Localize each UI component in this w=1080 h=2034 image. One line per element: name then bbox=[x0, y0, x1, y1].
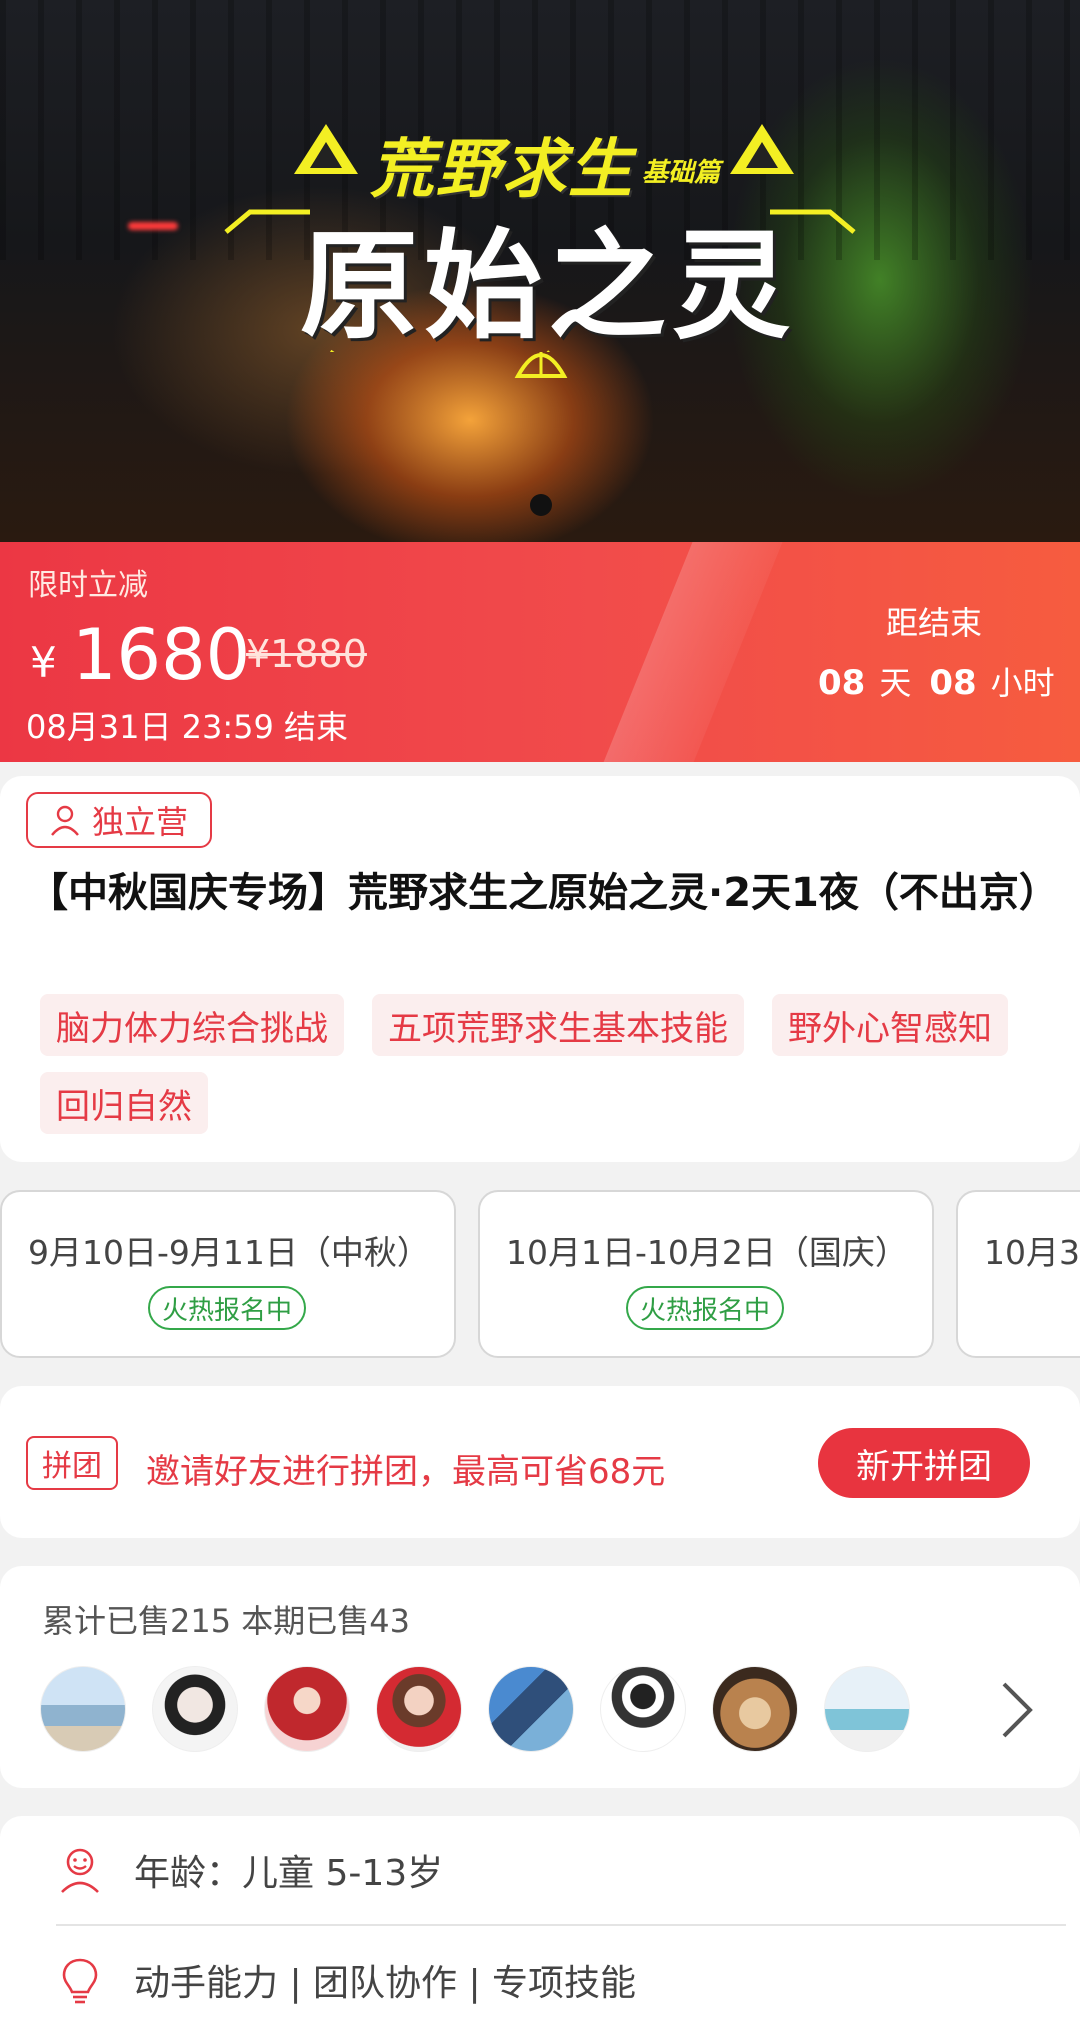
new-group-button[interactable]: 新开拼团 bbox=[818, 1428, 1030, 1498]
camp-type-label: 独立营 bbox=[92, 803, 189, 841]
product-info-card: 独立营 【中秋国庆专场】荒野求生之原始之灵·2天1夜（不出京） 脑力体力综合挑战… bbox=[0, 776, 1080, 1162]
attribute-row: 年龄：儿童 5-13岁 bbox=[56, 1816, 1066, 1924]
avatar bbox=[712, 1666, 798, 1752]
countdown-hours: 08 bbox=[929, 663, 977, 703]
carousel-indicator[interactable] bbox=[530, 494, 552, 516]
feature-tag: 脑力体力综合挑战 bbox=[40, 994, 344, 1056]
date-options: 9月10日-9月11日（中秋） 火热报名中 10月1日-10月2日（国庆） 火热… bbox=[0, 1190, 1080, 1358]
countdown-label: 距结束 bbox=[886, 604, 983, 642]
attribute-row: 动手能力 | 团队协作 | 专项技能 bbox=[56, 1926, 1066, 2034]
age-range: 年龄：儿童 5-13岁 bbox=[134, 1853, 444, 1894]
group-buy-text: 邀请好友进行拼团，最高可省68元 bbox=[146, 1452, 666, 1492]
promo-end-time: 08月31日 23:59 结束 bbox=[26, 708, 349, 746]
date-range: 10月1日-10月2日（国庆） bbox=[506, 1233, 908, 1272]
date-range: 10月3 bbox=[984, 1233, 1080, 1272]
avatar bbox=[600, 1666, 686, 1752]
sales-card: 累计已售215 本期已售43 bbox=[0, 1566, 1080, 1788]
mountain-icon bbox=[730, 124, 794, 174]
smiley-icon bbox=[61, 1848, 99, 1893]
promo-banner: 限时立减 ¥ 1680 ¥1880 08月31日 23:59 结束 距结束 08… bbox=[0, 542, 1080, 762]
date-option[interactable]: 9月10日-9月11日（中秋） 火热报名中 bbox=[0, 1190, 456, 1358]
avatar bbox=[488, 1666, 574, 1752]
hero-banner[interactable]: 荒野求生 基础篇 原始之灵 bbox=[0, 0, 1080, 542]
promo-label: 限时立减 bbox=[28, 568, 148, 603]
avatar bbox=[40, 1666, 126, 1752]
avatar bbox=[264, 1666, 350, 1752]
currency-symbol: ¥ bbox=[30, 638, 57, 687]
registration-status: 火热报名中 bbox=[626, 1286, 785, 1330]
feature-tag: 回归自然 bbox=[40, 1072, 208, 1134]
mountain-icon bbox=[294, 124, 358, 174]
hero-title: 原始之灵 bbox=[300, 217, 797, 355]
sales-count: 累计已售215 本期已售43 bbox=[42, 1602, 410, 1640]
registration-status: 火热报名中 bbox=[148, 1286, 307, 1330]
camp-type-badge: 独立营 bbox=[26, 792, 213, 848]
countdown-timer: 08 天 08 小时 bbox=[818, 658, 1073, 704]
red-light bbox=[128, 222, 178, 230]
original-price: ¥1880 bbox=[246, 632, 367, 676]
hours-unit: 小时 bbox=[990, 664, 1055, 702]
buyer-avatars[interactable] bbox=[40, 1666, 910, 1752]
group-buy-card: 拼团 邀请好友进行拼团，最高可省68元 新开拼团 bbox=[0, 1386, 1080, 1538]
countdown-days: 08 bbox=[818, 663, 866, 703]
attributes-card: 年龄：儿童 5-13岁 动手能力 | 团队协作 | 专项技能 bbox=[0, 1816, 1080, 2034]
banner-highlight bbox=[579, 542, 791, 762]
hero-logo: 荒野求生 基础篇 原始之灵 bbox=[220, 118, 860, 378]
days-unit: 天 bbox=[879, 664, 912, 702]
tent-icon bbox=[514, 352, 568, 378]
hero-subtitle-tag: 基础篇 bbox=[642, 158, 721, 188]
product-title: 【中秋国庆专场】荒野求生之原始之灵·2天1夜（不出京） bbox=[28, 870, 1059, 916]
avatar bbox=[824, 1666, 910, 1752]
avatar bbox=[376, 1666, 462, 1752]
avatar bbox=[152, 1666, 238, 1752]
feature-tags: 脑力体力综合挑战 五项荒野求生基本技能 野外心智感知 回归自然 bbox=[40, 994, 1050, 1134]
chevron-right-icon[interactable] bbox=[996, 1678, 1036, 1742]
person-icon bbox=[51, 805, 79, 836]
group-buy-badge: 拼团 bbox=[26, 1436, 118, 1490]
current-price: 1680 bbox=[72, 614, 251, 696]
date-option[interactable]: 10月1日-10月2日（国庆） 火热报名中 bbox=[478, 1190, 934, 1358]
feature-tag: 野外心智感知 bbox=[772, 994, 1008, 1056]
feature-tag: 五项荒野求生基本技能 bbox=[372, 994, 744, 1056]
lightbulb-icon bbox=[62, 1958, 98, 2004]
skills-list: 动手能力 | 团队协作 | 专项技能 bbox=[134, 1963, 637, 2004]
date-option[interactable]: 10月3 bbox=[956, 1190, 1080, 1358]
date-range: 9月10日-9月11日（中秋） bbox=[28, 1233, 430, 1272]
